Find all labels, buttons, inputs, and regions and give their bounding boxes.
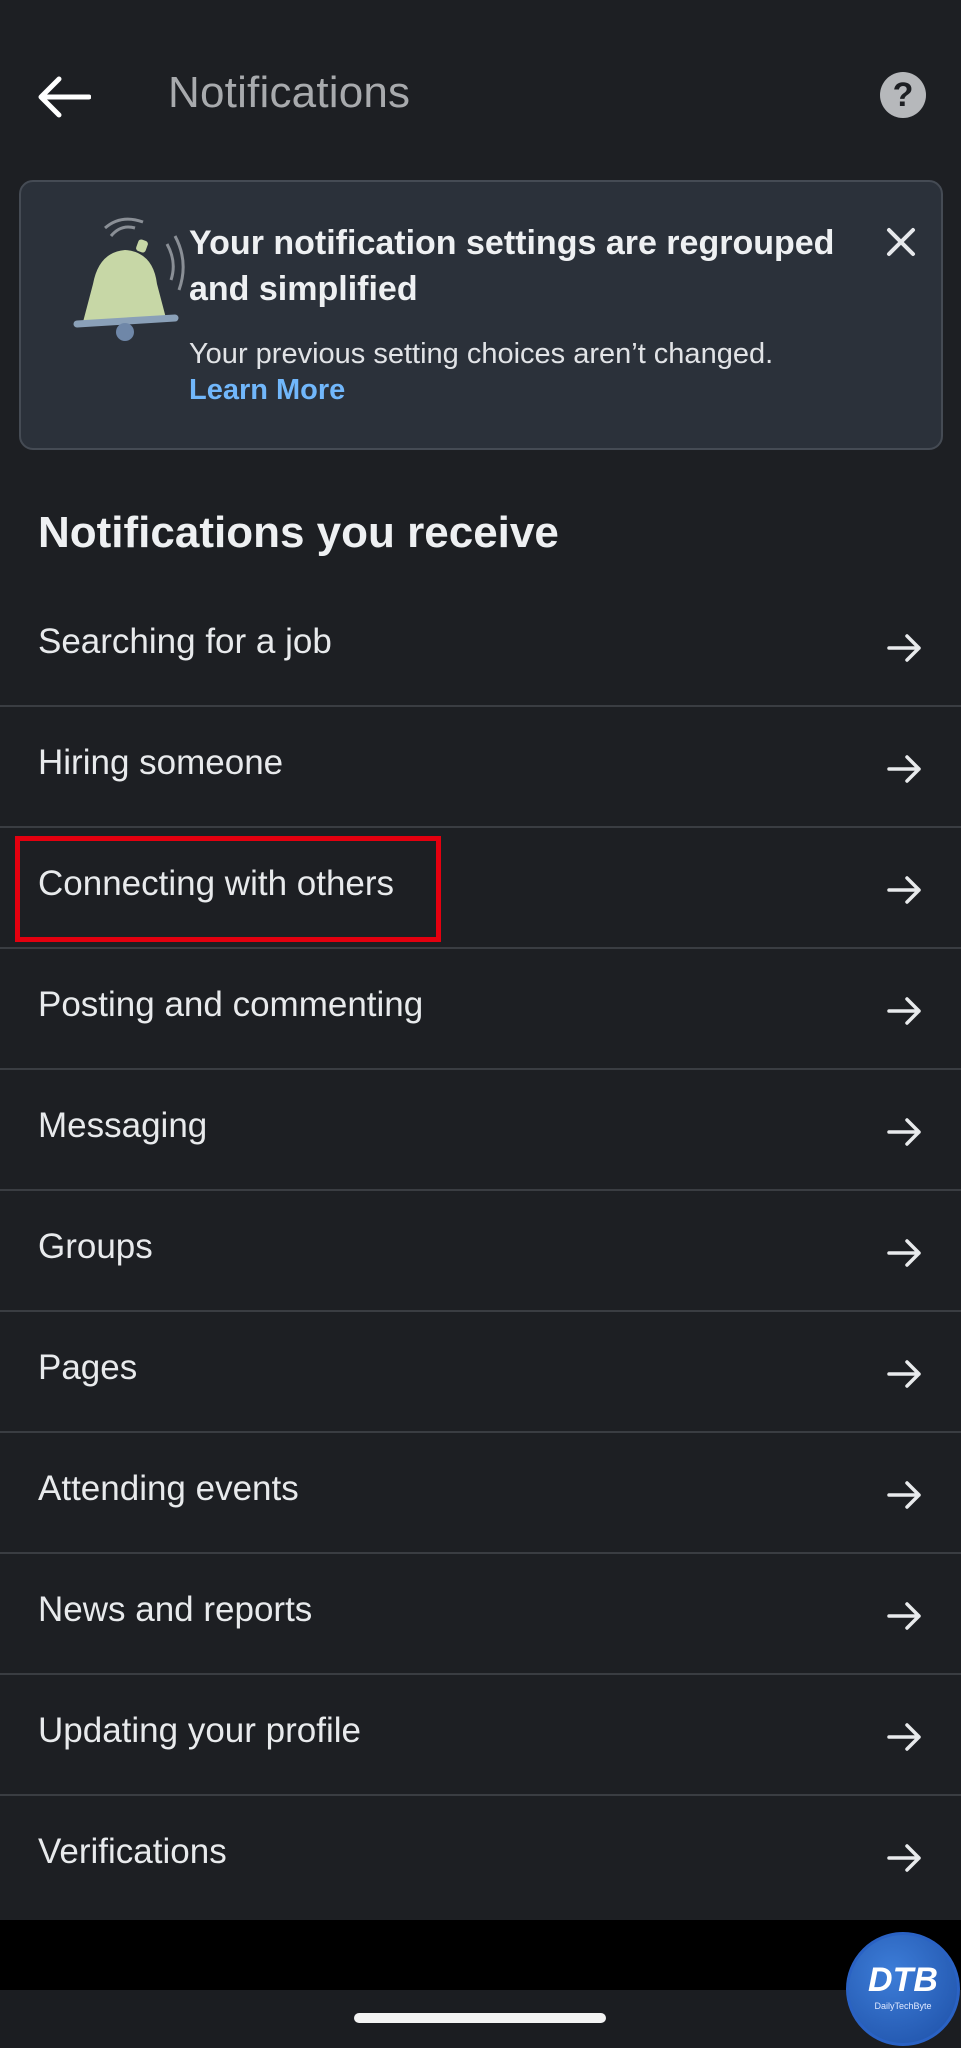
watermark-logo: DTB DailyTechByte <box>846 1932 960 2046</box>
list-item[interactable]: Connecting with others <box>0 828 961 949</box>
page-title: Notifications <box>168 68 411 117</box>
close-icon <box>887 228 915 256</box>
learn-more-link[interactable]: Learn More <box>189 374 345 407</box>
notification-category-list: Searching for a job Hiring someone Conne… <box>0 586 961 1917</box>
list-item[interactable]: Pages <box>0 1312 961 1433</box>
notifications-screen: Notifications ? Your notification settin… <box>0 0 961 2048</box>
arrow-right-icon <box>887 1602 921 1630</box>
list-item[interactable]: Verifications <box>0 1796 961 1917</box>
list-item-label: Posting and commenting <box>38 985 424 1024</box>
list-item-label: Searching for a job <box>38 622 332 661</box>
arrow-right-icon <box>887 755 921 783</box>
list-item[interactable]: Messaging <box>0 1070 961 1191</box>
help-icon: ? <box>892 75 914 114</box>
bottom-spacer <box>0 1920 961 1990</box>
arrow-right-icon <box>887 1481 921 1509</box>
arrow-right-icon <box>887 1360 921 1388</box>
banner-text: Your previous setting choices aren’t cha… <box>189 338 774 370</box>
bell-icon <box>73 217 185 341</box>
arrow-right-icon <box>887 876 921 904</box>
close-banner-button[interactable] <box>879 220 923 264</box>
settings-banner: Your notification settings are regrouped… <box>19 180 943 450</box>
arrow-right-icon <box>887 634 921 662</box>
arrow-right-icon <box>887 1723 921 1751</box>
list-item[interactable]: Updating your profile <box>0 1675 961 1796</box>
watermark-subtext: DailyTechByte <box>874 2001 932 2011</box>
list-item[interactable]: Attending events <box>0 1433 961 1554</box>
list-item-label: Groups <box>38 1227 153 1266</box>
app-header: Notifications ? <box>0 0 961 160</box>
list-item[interactable]: Hiring someone <box>0 707 961 828</box>
list-item-label: Messaging <box>38 1106 208 1145</box>
help-button[interactable]: ? <box>880 72 926 118</box>
list-item-label: Attending events <box>38 1469 299 1508</box>
arrow-right-icon <box>887 1844 921 1872</box>
arrow-left-icon <box>38 76 91 118</box>
list-item[interactable]: Posting and commenting <box>0 949 961 1070</box>
list-item-label: Updating your profile <box>38 1711 361 1750</box>
banner-title: Your notification settings are regrouped… <box>189 224 835 308</box>
list-item-label: Hiring someone <box>38 743 284 782</box>
watermark-text: DTB <box>868 1961 938 1999</box>
arrow-right-icon <box>887 997 921 1025</box>
back-button[interactable] <box>34 62 94 132</box>
list-item-label: Connecting with others <box>38 864 395 903</box>
list-item[interactable]: News and reports <box>0 1554 961 1675</box>
arrow-right-icon <box>887 1239 921 1267</box>
list-item[interactable]: Searching for a job <box>0 586 961 707</box>
list-item[interactable]: Groups <box>0 1191 961 1312</box>
list-item-label: Pages <box>38 1348 138 1387</box>
section-title: Notifications you receive <box>38 508 559 557</box>
list-item-label: News and reports <box>38 1590 313 1629</box>
list-item-label: Verifications <box>38 1832 227 1871</box>
arrow-right-icon <box>887 1118 921 1146</box>
home-indicator[interactable] <box>354 2013 606 2023</box>
